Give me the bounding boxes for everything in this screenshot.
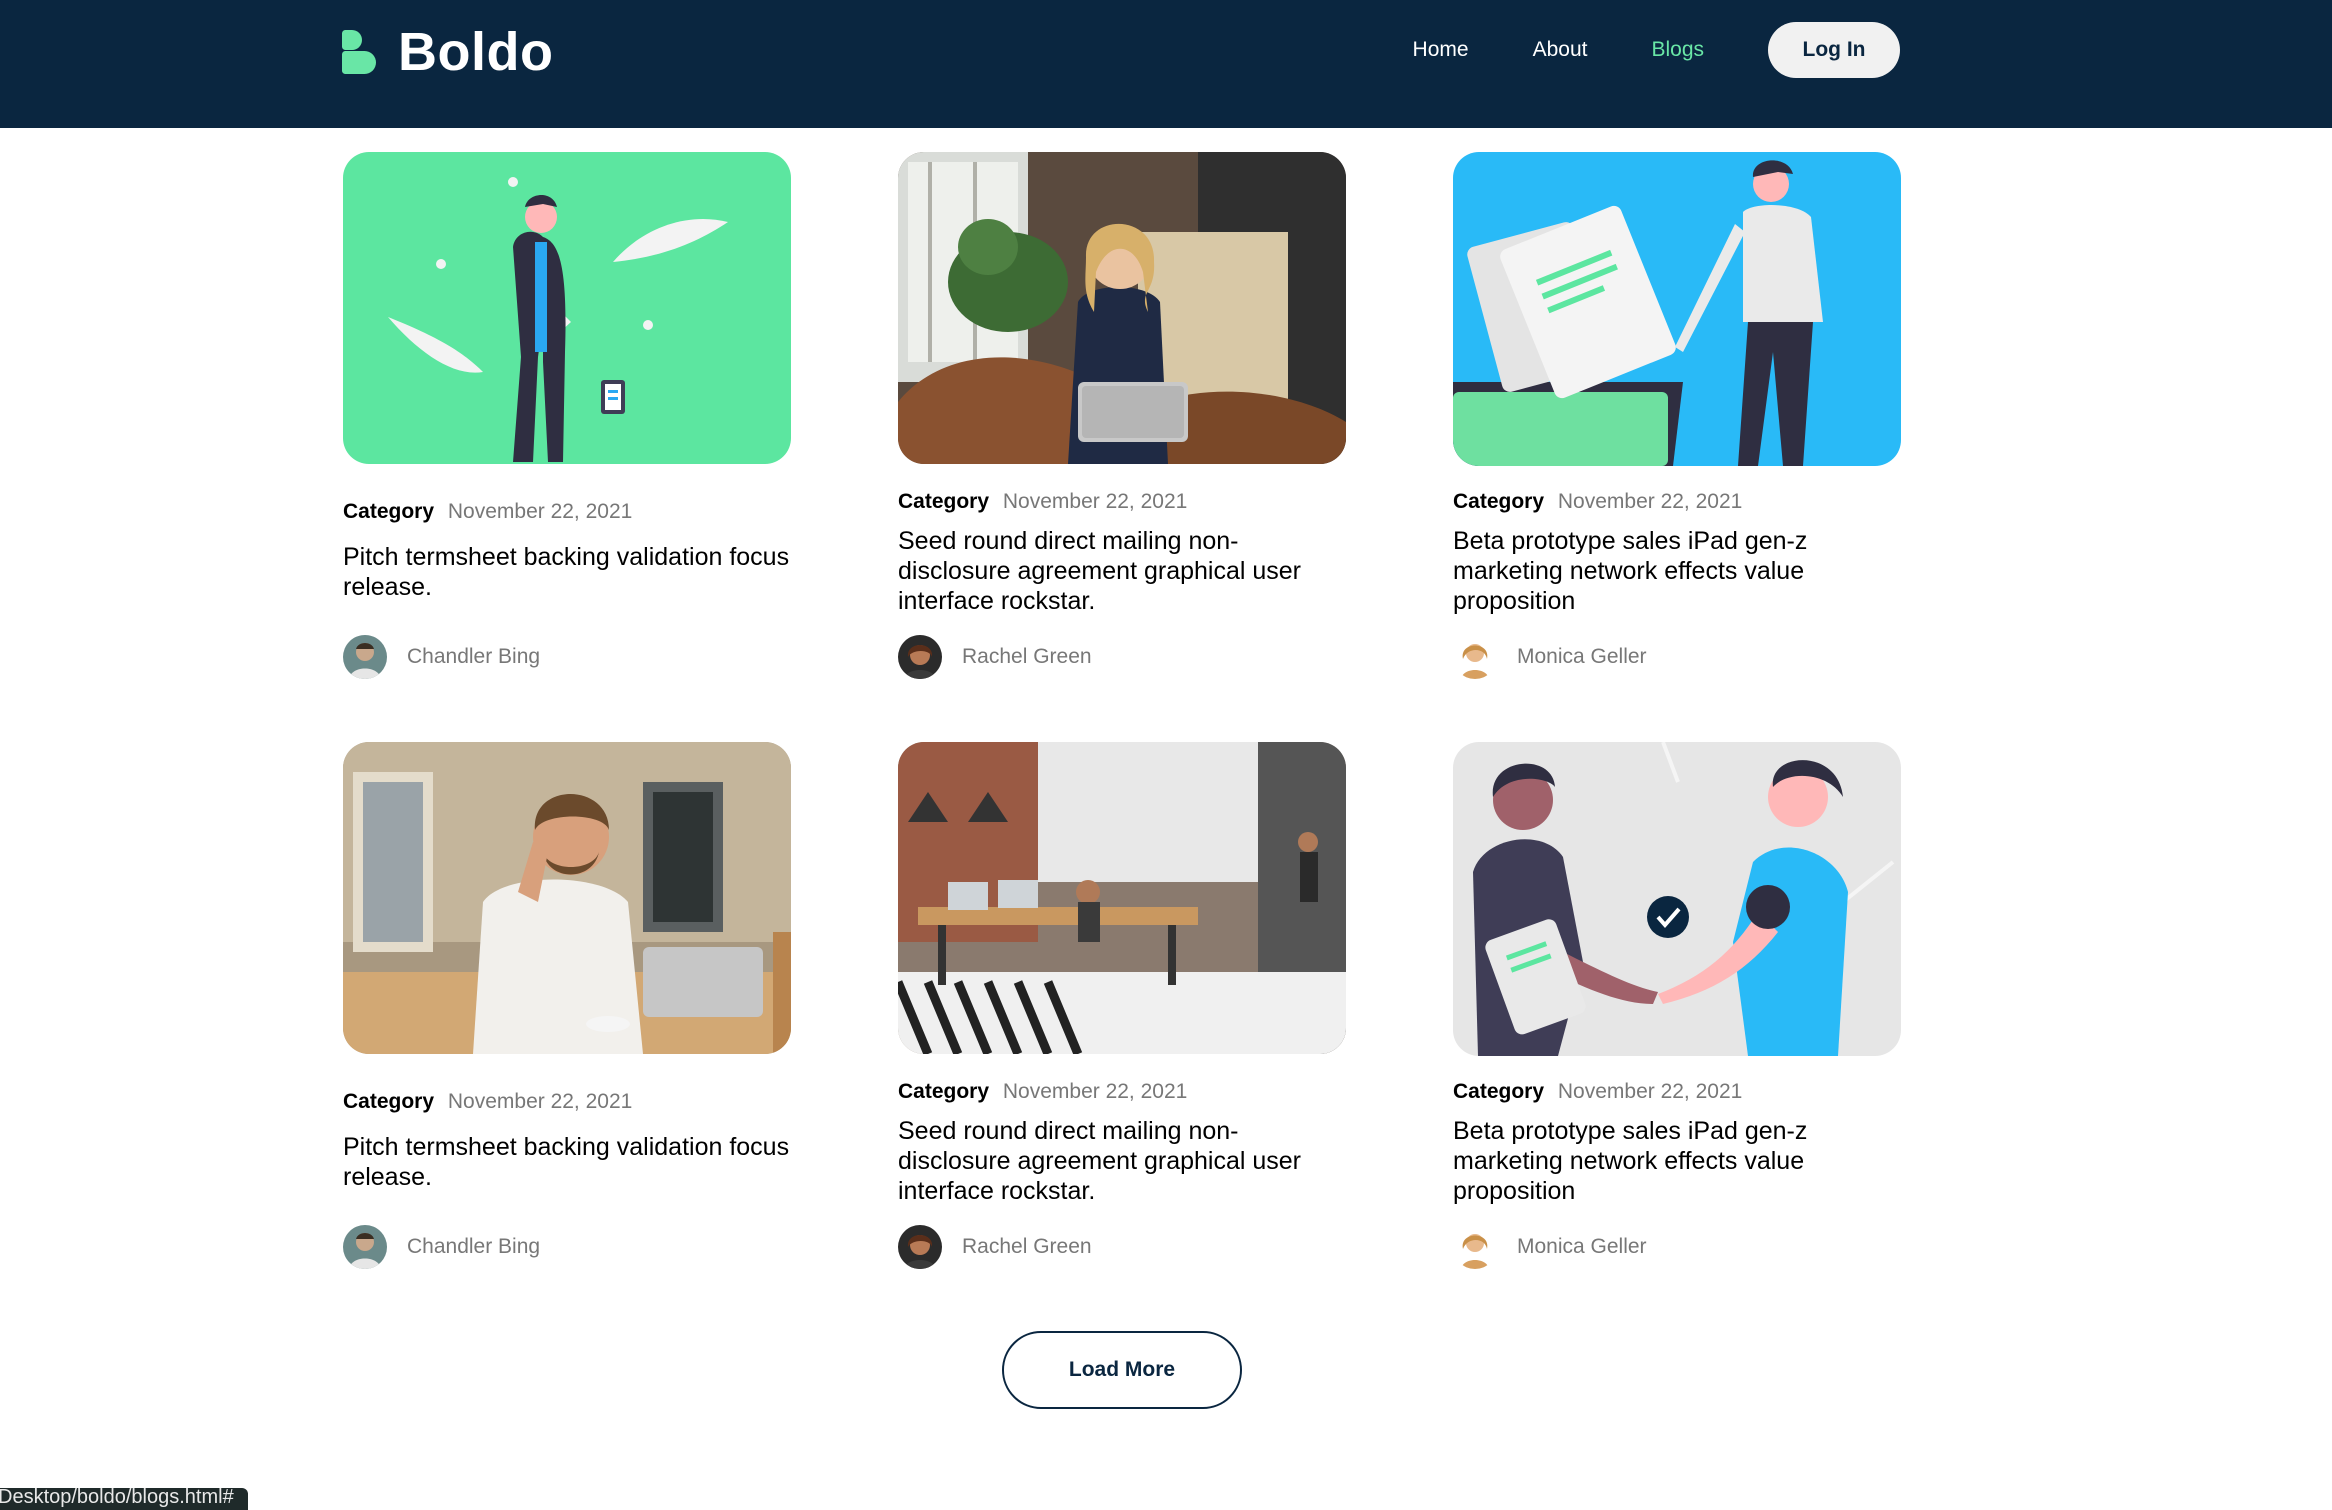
author-name: Chandler Bing: [407, 645, 541, 668]
author-name: Chandler Bing: [407, 1235, 541, 1258]
blog-thumbnail-illustration-man[interactable]: [343, 152, 791, 464]
post-meta: Category November 22, 2021: [343, 500, 632, 524]
post-date: November 22, 2021: [447, 1090, 633, 1113]
site-header: Boldo Home About Blogs Log In: [0, 0, 2332, 128]
blog-card[interactable]: Category November 22, 2021 Seed round di…: [898, 152, 1346, 692]
post-author: Rachel Green: [898, 635, 1092, 679]
author-avatar: [343, 635, 387, 679]
post-title[interactable]: Pitch termsheet backing validation focus…: [343, 1132, 791, 1192]
post-date: November 22, 2021: [1557, 490, 1743, 513]
post-author: Monica Geller: [1453, 1225, 1647, 1269]
post-category[interactable]: Category: [1453, 1080, 1544, 1103]
post-title[interactable]: Beta prototype sales iPad gen-z marketin…: [1453, 1116, 1901, 1206]
blog-thumbnail-photo-woman[interactable]: [898, 152, 1346, 464]
author-name: Monica Geller: [1517, 645, 1647, 668]
post-date: November 22, 2021: [1002, 1080, 1188, 1103]
post-title[interactable]: Pitch termsheet backing validation focus…: [343, 542, 791, 602]
post-author: Chandler Bing: [343, 635, 540, 679]
author-name: Monica Geller: [1517, 1235, 1647, 1258]
post-category[interactable]: Category: [1453, 490, 1544, 513]
post-title[interactable]: Seed round direct mailing non-disclosure…: [898, 1116, 1346, 1206]
post-meta: Category November 22, 2021: [1453, 1080, 1742, 1104]
author-avatar: [898, 635, 942, 679]
author-avatar: [343, 1225, 387, 1269]
post-category[interactable]: Category: [343, 500, 434, 523]
post-meta: Category November 22, 2021: [343, 1090, 632, 1114]
post-meta: Category November 22, 2021: [898, 1080, 1187, 1104]
blog-thumbnail-illustration-documents[interactable]: [1453, 152, 1901, 466]
blog-card[interactable]: Category November 22, 2021 Pitch termshe…: [343, 152, 791, 692]
status-bar-url: Desktop/boldo/blogs.html#: [0, 1488, 248, 1510]
author-avatar: [1453, 1225, 1497, 1269]
post-meta: Category November 22, 2021: [1453, 490, 1742, 514]
post-date: November 22, 2021: [1002, 490, 1188, 513]
post-date: November 22, 2021: [1557, 1080, 1743, 1103]
author-name: Rachel Green: [962, 1235, 1092, 1258]
post-author: Chandler Bing: [343, 1225, 540, 1269]
nav-link-about[interactable]: About: [1533, 38, 1588, 62]
login-button[interactable]: Log In: [1768, 22, 1900, 78]
logo[interactable]: Boldo: [342, 22, 553, 82]
post-category[interactable]: Category: [343, 1090, 434, 1113]
logo-text: Boldo: [398, 22, 554, 82]
nav-link-home[interactable]: Home: [1413, 38, 1469, 62]
post-category[interactable]: Category: [898, 1080, 989, 1103]
post-date: November 22, 2021: [447, 500, 633, 523]
post-author: Monica Geller: [1453, 635, 1647, 679]
main-nav: Home About Blogs Log In: [1413, 22, 1900, 78]
blog-thumbnail-photo-man[interactable]: [343, 742, 791, 1054]
post-title[interactable]: Beta prototype sales iPad gen-z marketin…: [1453, 526, 1901, 616]
post-title[interactable]: Seed round direct mailing non-disclosure…: [898, 526, 1346, 616]
blog-thumbnail-photo-office[interactable]: [898, 742, 1346, 1054]
blog-card[interactable]: Category November 22, 2021 Beta prototyp…: [1453, 742, 1901, 1282]
post-category[interactable]: Category: [898, 490, 989, 513]
logo-mark-icon: [342, 30, 378, 74]
blog-thumbnail-illustration-handshake[interactable]: [1453, 742, 1901, 1056]
author-avatar: [1453, 635, 1497, 679]
author-avatar: [898, 1225, 942, 1269]
blog-card[interactable]: Category November 22, 2021 Seed round di…: [898, 742, 1346, 1282]
blog-card[interactable]: Category November 22, 2021 Beta prototyp…: [1453, 152, 1901, 692]
status-bar-url-text: Desktop/boldo/blogs.html#: [0, 1488, 234, 1508]
author-name: Rachel Green: [962, 645, 1092, 668]
post-meta: Category November 22, 2021: [898, 490, 1187, 514]
load-more-button[interactable]: Load More: [1002, 1331, 1242, 1409]
blog-card[interactable]: Category November 22, 2021 Pitch termshe…: [343, 742, 791, 1282]
post-author: Rachel Green: [898, 1225, 1092, 1269]
nav-link-blogs[interactable]: Blogs: [1651, 38, 1704, 62]
